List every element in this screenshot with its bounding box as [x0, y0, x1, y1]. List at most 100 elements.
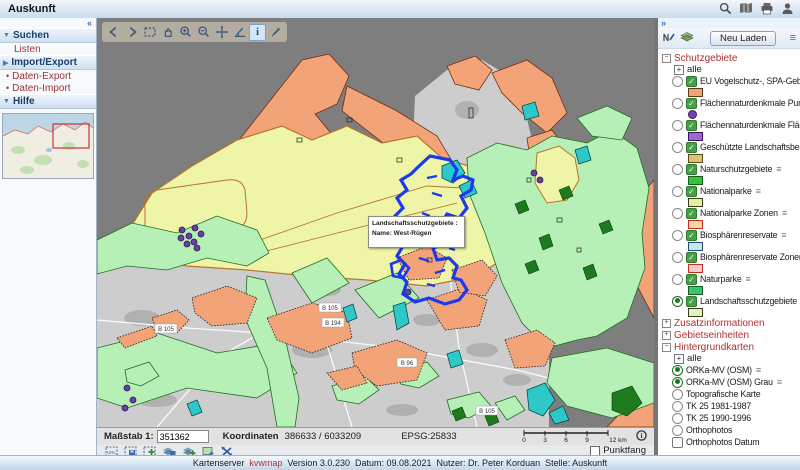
sidebar-item-daten-import[interactable]: • Daten-Import [0, 82, 96, 94]
layer-radio[interactable] [672, 76, 683, 87]
toggle-all-checkbox[interactable]: + [674, 65, 684, 75]
group-gebietseinheiten[interactable]: + Gebietseinheiten [662, 329, 800, 341]
sidebar-section-import-export[interactable]: ▶ Import/Export [0, 55, 96, 70]
layer-checkbox-unchecked[interactable] [672, 437, 683, 448]
layer-radio[interactable] [672, 186, 683, 197]
layer-radio-selected[interactable] [672, 296, 683, 307]
layer-menu-icon[interactable]: ≡ [756, 186, 761, 196]
toggle-all-row[interactable]: + alle [662, 64, 800, 75]
info-query-icon[interactable]: i [249, 24, 266, 41]
layer-radio[interactable] [672, 230, 683, 241]
layer-menu-icon[interactable]: ≡ [756, 365, 761, 375]
background-layer-item[interactable]: TK 25 1990-1996 [662, 412, 800, 424]
map-viewport[interactable]: B 105 B 105 B 194 B 96 B 105 [97, 18, 654, 427]
panel-collapse-icon[interactable]: » [658, 18, 800, 28]
layer-radio[interactable] [672, 252, 683, 263]
scale-input[interactable] [157, 430, 209, 443]
layer-item[interactable]: ✓EU Vogelschutz-, SPA-Gebiete≡ [662, 75, 800, 87]
layer-panel: » Neu Laden ≡ − Schutzgebiete + alle ✓EU… [658, 18, 800, 456]
layer-checkbox[interactable]: ✓ [686, 164, 697, 175]
reload-button[interactable]: Neu Laden [710, 31, 776, 46]
search-icon[interactable] [719, 2, 732, 15]
layer-radio[interactable] [672, 120, 683, 131]
layer-radio[interactable] [672, 425, 683, 436]
layer-radio[interactable] [672, 208, 683, 219]
kvwmap-brand-link[interactable]: kvwmap [249, 458, 282, 468]
layer-checkbox[interactable]: ✓ [686, 186, 697, 197]
layer-item[interactable]: ✓Naturparke≡ [662, 273, 800, 285]
layer-radio-selected[interactable] [672, 365, 683, 376]
user-icon[interactable] [781, 2, 794, 15]
sidebar-item-daten-export[interactable]: • Daten-Export [0, 70, 96, 82]
zoom-in-icon[interactable] [177, 24, 194, 41]
layer-item[interactable]: ✓Naturschutzgebiete≡ [662, 163, 800, 175]
header-bar: Auskunft [0, 0, 800, 19]
layer-radio[interactable] [672, 142, 683, 153]
layer-menu-icon[interactable]: ≡ [776, 164, 781, 174]
background-layer-item[interactable]: Topografische Karte [662, 388, 800, 400]
snap-checkbox[interactable] [590, 446, 600, 456]
layer-radio[interactable] [672, 413, 683, 424]
layer-checkbox[interactable]: ✓ [686, 98, 697, 109]
zoom-out-icon[interactable] [195, 24, 212, 41]
layer-checkbox[interactable]: ✓ [686, 274, 697, 285]
legend-edit-icon[interactable] [662, 31, 675, 46]
layer-radio[interactable] [672, 274, 683, 285]
panel-menu-icon[interactable]: ≡ [790, 32, 796, 44]
pan-hand-icon[interactable] [159, 24, 176, 41]
overview-map[interactable] [2, 113, 94, 179]
layer-menu-icon[interactable]: ≡ [781, 230, 786, 240]
atlas-icon[interactable] [739, 2, 753, 15]
background-layer-item[interactable]: Orthophotos Datum [662, 436, 800, 448]
layer-menu-icon[interactable]: ≡ [746, 274, 751, 284]
sidebar-item-listen[interactable]: Listen [0, 43, 96, 55]
collapse-box-icon[interactable]: − [662, 343, 671, 352]
sidebar-section-hilfe[interactable]: ▼ Hilfe [0, 94, 96, 109]
layer-item[interactable]: ✓Flächennaturdenkmale Flächen≡ [662, 119, 800, 131]
layers-icon[interactable] [680, 31, 694, 46]
sidebar-collapse-icon[interactable]: « [0, 18, 96, 28]
group-zusatzinformationen[interactable]: + Zusatzinformationen [662, 317, 800, 329]
toggle-all-row[interactable]: + alle [662, 353, 800, 364]
layer-item[interactable]: ✓Flächennaturdenkmale Punkte≡ [662, 97, 800, 109]
layer-checkbox[interactable]: ✓ [686, 208, 697, 219]
layer-radio[interactable] [672, 98, 683, 109]
layer-radio[interactable] [672, 401, 683, 412]
layer-item[interactable]: ✓Biosphärenreservate≡ [662, 229, 800, 241]
background-layer-item[interactable]: ORKa-MV (OSM) Grau≡ [662, 376, 800, 388]
layer-item-selected[interactable]: ✓Landschaftsschutzgebiete≡ [662, 295, 800, 307]
layer-checkbox[interactable]: ✓ [686, 120, 697, 131]
layer-menu-icon[interactable]: ≡ [777, 377, 782, 387]
background-layer-item[interactable]: TK 25 1981-1987 [662, 400, 800, 412]
scalebar-info-icon[interactable]: i [636, 430, 647, 444]
collapse-box-icon[interactable]: − [662, 54, 671, 63]
background-layer-item[interactable]: Orthophotos [662, 424, 800, 436]
layer-menu-icon[interactable]: ≡ [782, 208, 787, 218]
background-layer-item[interactable]: ORKa-MV (OSM)≡ [662, 364, 800, 376]
layer-radio[interactable] [672, 164, 683, 175]
sidebar-section-suchen[interactable]: ▼ Suchen [0, 28, 96, 43]
recenter-icon[interactable] [213, 24, 230, 41]
layer-checkbox[interactable]: ✓ [686, 296, 697, 307]
layer-checkbox[interactable]: ✓ [686, 76, 697, 87]
layer-radio[interactable] [672, 389, 683, 400]
print-icon[interactable] [760, 2, 774, 15]
edit-pencil-icon[interactable] [267, 24, 284, 41]
layer-item[interactable]: ✓Nationalparke≡ [662, 185, 800, 197]
layer-checkbox[interactable]: ✓ [686, 230, 697, 241]
toggle-all-checkbox[interactable]: + [674, 354, 684, 364]
layer-item[interactable]: ✓Nationalparke Zonen≡ [662, 207, 800, 219]
expand-box-icon[interactable]: + [662, 331, 671, 340]
layer-item[interactable]: ✓Biosphärenreservate Zonen≡ [662, 251, 800, 263]
previous-extent-icon[interactable] [105, 24, 122, 41]
next-extent-icon[interactable] [123, 24, 140, 41]
measure-icon[interactable] [231, 24, 248, 41]
expand-box-icon[interactable]: + [662, 319, 671, 328]
layer-item[interactable]: ✓Geschützte Landschaftsbestandteile≡ [662, 141, 800, 153]
group-schutzgebiete[interactable]: − Schutzgebiete [662, 52, 800, 64]
zoom-box-icon[interactable] [141, 24, 158, 41]
group-hintergrundkarten[interactable]: − Hintergrundkarten [662, 341, 800, 353]
layer-checkbox[interactable]: ✓ [686, 142, 697, 153]
layer-radio-selected[interactable] [672, 377, 683, 388]
layer-checkbox[interactable]: ✓ [686, 252, 697, 263]
